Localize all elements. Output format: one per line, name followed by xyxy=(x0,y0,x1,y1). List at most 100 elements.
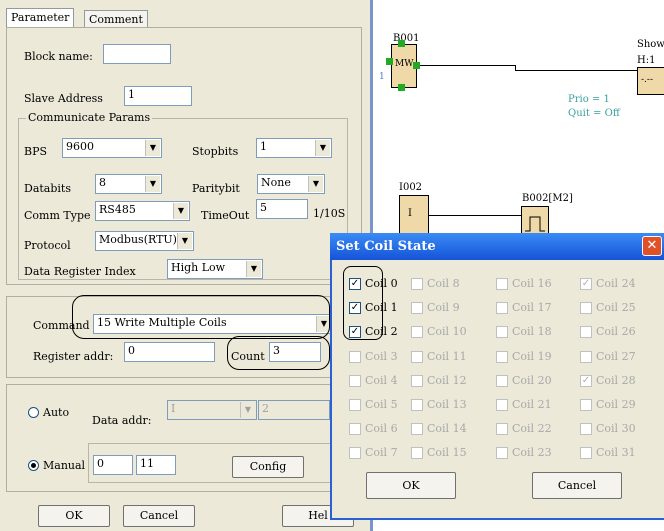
cancel-button[interactable]: Cancel xyxy=(123,505,195,527)
tab-comment[interactable]: Comment xyxy=(84,10,148,28)
manual-to-input[interactable]: 11 xyxy=(136,455,176,475)
data-register-index-select[interactable]: High Low ▼ xyxy=(167,259,263,279)
timeout-unit: 1/10S xyxy=(313,207,346,220)
coil-label: Coil 24 xyxy=(596,277,636,290)
coil-checkbox xyxy=(411,374,423,387)
coil-checkbox xyxy=(411,447,423,460)
data-register-index-value: High Low xyxy=(171,261,226,274)
block-name-input[interactable] xyxy=(103,44,171,64)
block-show[interactable]: -.-- xyxy=(637,67,664,95)
coil-label: Coil 7 xyxy=(365,446,398,460)
coil-checkbox xyxy=(496,447,508,460)
coil-label: Coil 20 xyxy=(512,373,552,387)
coil-checkbox xyxy=(411,399,423,411)
config-button[interactable]: Config xyxy=(232,456,304,478)
block-i002[interactable]: I xyxy=(399,195,429,235)
paritybit-select[interactable]: None ▼ xyxy=(257,174,325,194)
register-addr-input[interactable]: 0 xyxy=(124,342,215,362)
coil-label: Coil 17 xyxy=(512,301,552,315)
block-i002-inner: I xyxy=(408,208,412,219)
coil-checkbox xyxy=(411,423,423,436)
data-register-index-label: Data Register Index xyxy=(24,265,136,278)
timeout-input[interactable]: 5 xyxy=(256,199,308,219)
pin-icon xyxy=(386,58,393,65)
bps-label: BPS xyxy=(24,145,48,158)
block-i002-label: I002 xyxy=(399,182,423,193)
coil-label: Coil 19 xyxy=(512,349,552,363)
coil-label: Coil 11 xyxy=(427,349,467,363)
bps-select[interactable]: 9600 ▼ xyxy=(62,138,162,158)
coil-label: Coil 6 xyxy=(365,422,398,436)
stopbits-select[interactable]: 1 ▼ xyxy=(256,138,332,158)
coil-checkbox xyxy=(580,447,592,460)
tab-parameter[interactable]: Parameter xyxy=(6,8,75,28)
communicate-params-title: Communicate Params xyxy=(26,111,153,124)
coil-checkbox xyxy=(496,423,508,436)
close-button[interactable]: ✕ xyxy=(642,236,662,256)
coil-checkbox xyxy=(496,350,508,363)
coil-checkbox: ✓ xyxy=(580,278,592,290)
coil-checkbox xyxy=(496,399,508,411)
coil-checkbox xyxy=(349,350,361,363)
wire xyxy=(420,65,515,66)
coil-label: Coil 29 xyxy=(596,398,636,411)
coil-label: Coil 16 xyxy=(512,277,552,290)
pin-icon xyxy=(413,62,420,69)
comm-type-select[interactable]: RS485 ▼ xyxy=(95,201,190,221)
pin-icon xyxy=(398,40,405,47)
comm-type-label: Comm Type xyxy=(24,209,91,222)
data-addr-second-input: 2 xyxy=(258,400,330,420)
manual-from-input[interactable]: 0 xyxy=(93,455,133,475)
chevron-down-icon[interactable]: ▼ xyxy=(315,140,330,156)
coil-label: Coil 30 xyxy=(596,422,636,436)
chevron-down-icon[interactable]: ▼ xyxy=(173,203,188,219)
protocol-value: Modbus(RTU) xyxy=(99,233,177,246)
dialog-cancel-button[interactable]: Cancel xyxy=(532,472,622,499)
data-addr-value: I xyxy=(171,402,176,415)
block-b002-label: B002[M2] xyxy=(522,193,573,204)
data-addr-select: I ▼ xyxy=(167,400,257,420)
databits-label: Databits xyxy=(24,182,71,195)
comm-type-value: RS485 xyxy=(99,203,136,216)
protocol-label: Protocol xyxy=(24,239,71,252)
coil-checkbox xyxy=(580,423,592,436)
coil-checkbox xyxy=(496,278,508,290)
register-addr-label: Register addr: xyxy=(33,350,114,363)
coil-checkbox xyxy=(349,374,361,387)
manual-radio[interactable] xyxy=(28,460,39,471)
wire xyxy=(515,70,637,71)
chevron-down-icon[interactable]: ▼ xyxy=(308,176,323,192)
chevron-down-icon[interactable]: ▼ xyxy=(246,261,261,277)
chevron-down-icon[interactable]: ▼ xyxy=(177,233,192,249)
chevron-down-icon[interactable]: ▼ xyxy=(145,176,160,192)
timeout-label: TimeOut xyxy=(201,209,250,222)
coil-label: Coil 26 xyxy=(596,325,636,339)
coil-checkbox xyxy=(411,278,423,290)
count-highlight xyxy=(227,336,330,370)
coil-checkbox: ✓ xyxy=(580,374,592,387)
stopbits-label: Stopbits xyxy=(192,145,239,158)
protocol-select[interactable]: Modbus(RTU) ▼ xyxy=(95,231,194,251)
close-icon: ✕ xyxy=(646,238,658,253)
coil-label: Coil 13 xyxy=(427,398,467,411)
coil-checkbox xyxy=(349,423,361,436)
coil-checkbox xyxy=(411,302,423,315)
databits-select[interactable]: 8 ▼ xyxy=(95,174,162,194)
auto-radio[interactable] xyxy=(28,407,39,418)
prio-text: Prio = 1 xyxy=(568,94,610,105)
coil-highlight xyxy=(343,266,383,340)
coil-label: Coil 28 xyxy=(596,373,636,387)
manual-label: Manual xyxy=(43,459,86,472)
coil-checkbox xyxy=(580,302,592,315)
auto-label: Auto xyxy=(43,406,70,419)
dialog-ok-button[interactable]: OK xyxy=(366,472,456,499)
slave-address-input[interactable]: 1 xyxy=(124,86,192,106)
coil-checkbox xyxy=(411,350,423,363)
ok-button[interactable]: OK xyxy=(38,505,110,527)
chevron-down-icon[interactable]: ▼ xyxy=(145,140,160,156)
coil-label: Coil 18 xyxy=(512,325,552,339)
coil-label: Coil 12 xyxy=(427,373,467,387)
coil-label: Coil 8 xyxy=(427,277,460,290)
h1-label: H:1 xyxy=(637,55,656,66)
chevron-down-icon: ▼ xyxy=(240,402,255,418)
